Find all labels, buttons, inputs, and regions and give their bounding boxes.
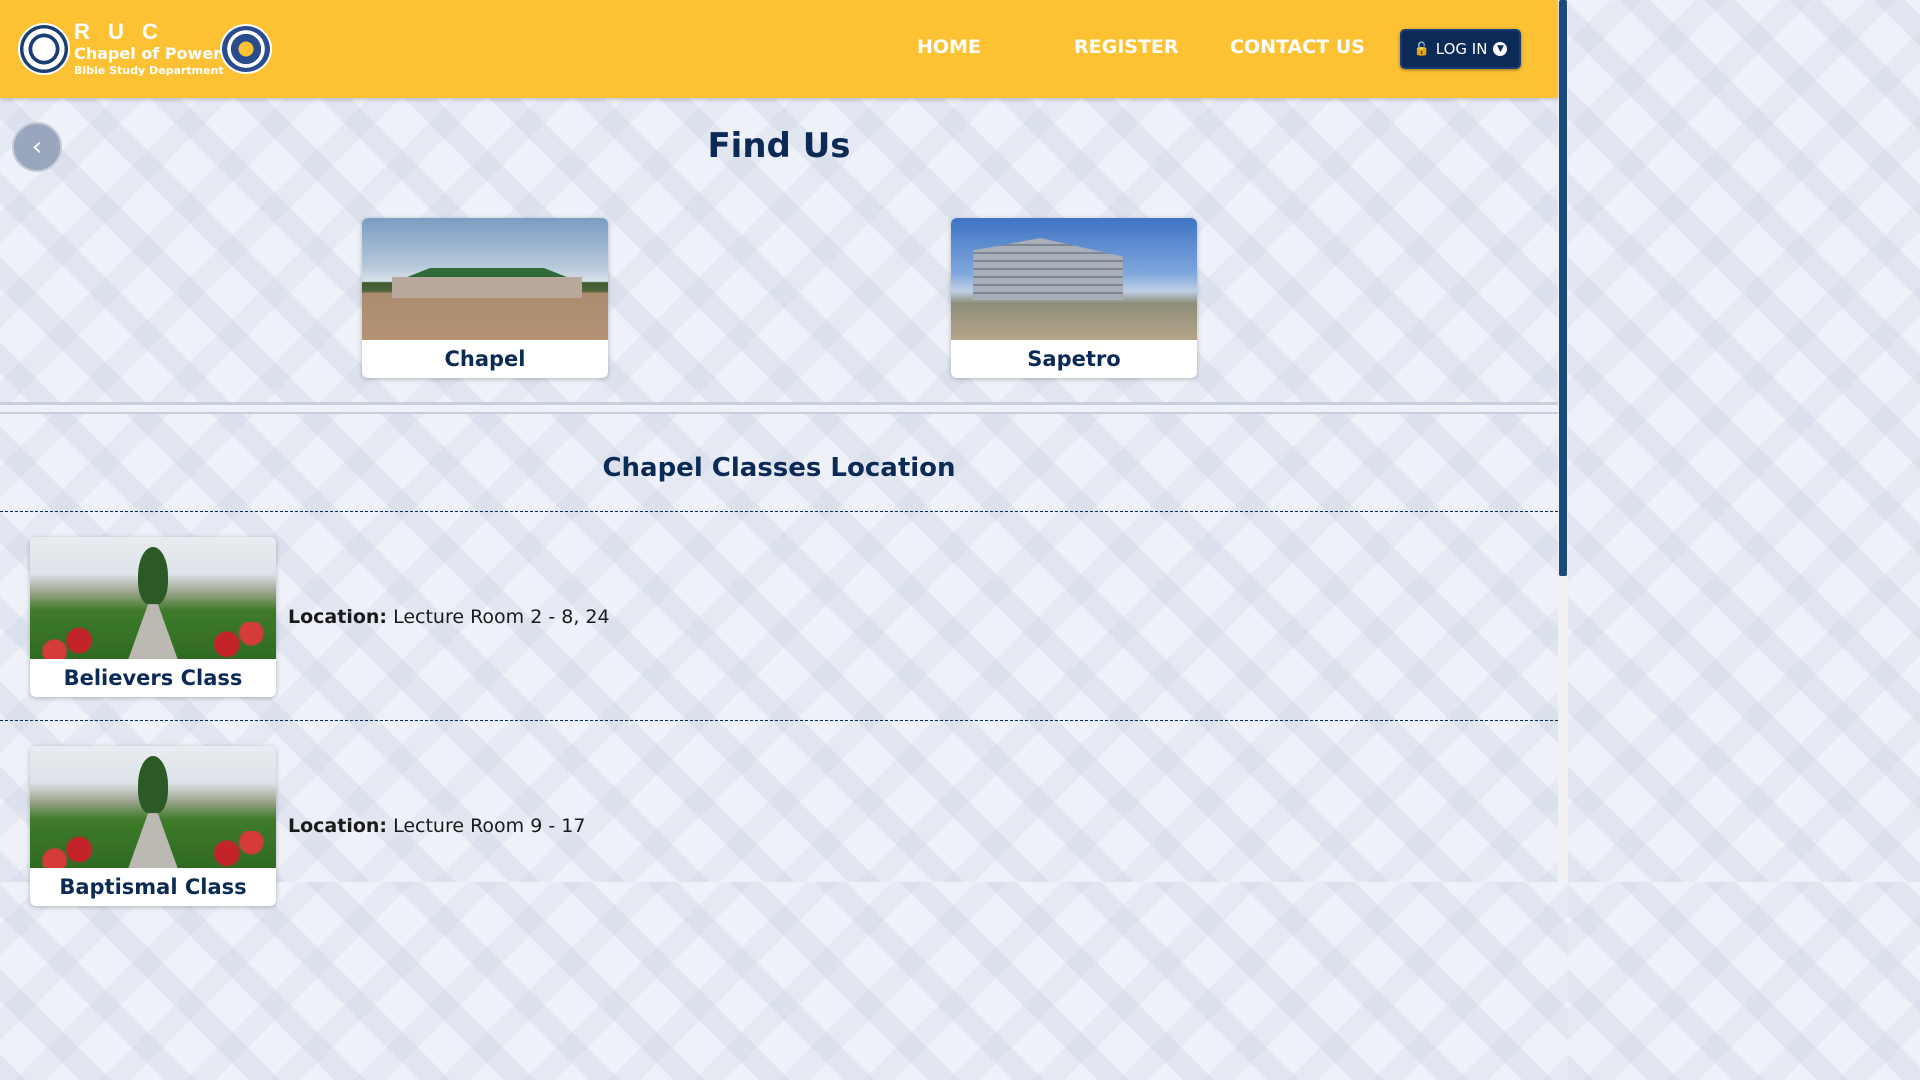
page-title: Find Us [707,126,851,166]
section-divider [0,402,1558,414]
brand-name: Chapel of Power [74,44,222,63]
class-location: Location: Lecture Room 2 - 8, 24 [288,606,610,628]
class-card-believers[interactable]: Believers Class [30,537,276,697]
login-label: LOG IN [1435,40,1488,58]
login-button[interactable]: 🔓 LOG IN ▼ [1400,29,1521,69]
sapetro-photo [951,218,1197,340]
unlock-icon: 🔓 [1413,41,1430,57]
location-name: Sapetro [1027,347,1121,371]
class-card-baptismal[interactable]: Baptismal Class [30,746,276,906]
section-title: Chapel Classes Location [602,453,956,483]
class-photo [30,537,276,659]
location-name: Chapel [444,347,526,371]
nav-contact-us[interactable]: CONTACT US [1230,36,1365,58]
brand-department: Bible Study Department [74,64,224,77]
brand[interactable]: R U C Chapel of Power Bible Study Depart… [74,20,224,78]
dashed-divider [0,511,1558,512]
class-name: Baptismal Class [59,875,247,899]
class-photo [30,746,276,868]
dashed-divider [0,720,1558,721]
site-header: R U C Chapel of Power Bible Study Depart… [0,0,1558,98]
nav-home[interactable]: HOME [917,36,981,58]
class-location: Location: Lecture Room 9 - 17 [288,815,585,837]
chevron-down-circle-icon: ▼ [1493,42,1508,56]
nav-register[interactable]: REGISTER [1074,36,1179,58]
church-logo[interactable] [18,23,70,75]
location-card-sapetro[interactable]: Sapetro [951,218,1197,378]
location-value: Lecture Room 2 - 8, 24 [393,606,610,628]
location-label: Location: [288,815,388,837]
location-label: Location: [288,606,388,628]
location-value: Lecture Room 9 - 17 [393,815,586,837]
scrollbar-thumb[interactable] [1559,0,1567,576]
class-name: Believers Class [63,666,243,690]
location-card-chapel[interactable]: Chapel [362,218,608,378]
university-logo [220,24,272,74]
chapel-photo [362,218,608,340]
brand-initials: R U C [74,19,164,44]
